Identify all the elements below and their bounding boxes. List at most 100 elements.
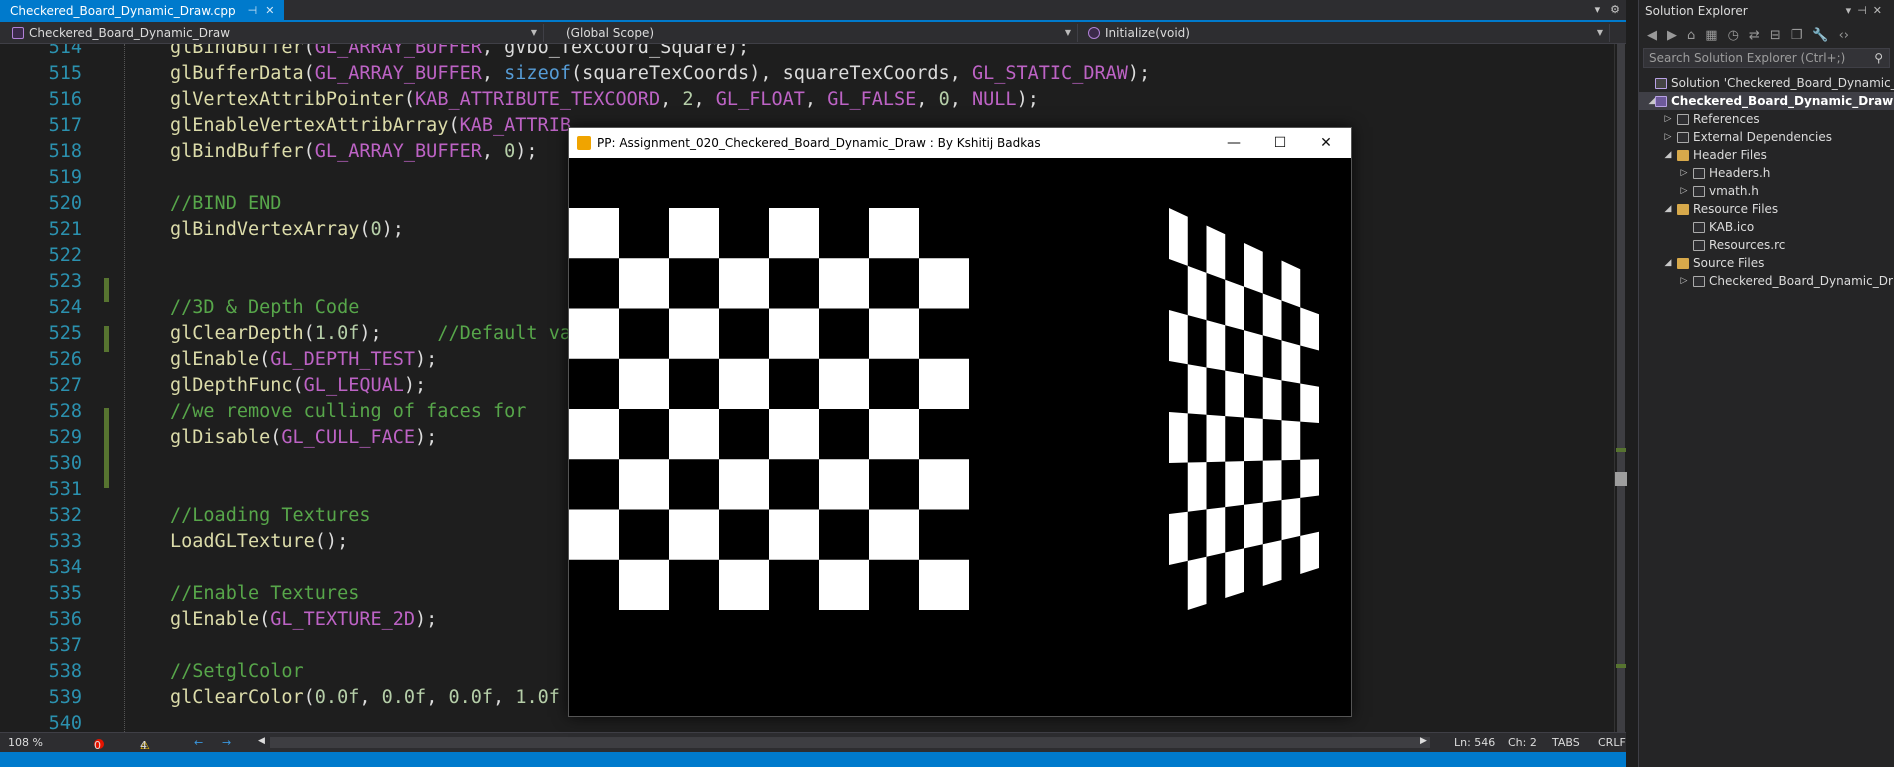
line-number: 539 — [48, 687, 82, 708]
expanded-arrow-icon[interactable]: ◢ — [1663, 200, 1673, 218]
code-line[interactable]: //BIND END — [170, 191, 281, 217]
code-line[interactable]: glEnable(GL_DEPTH_TEST); — [170, 347, 437, 373]
editor-tab[interactable]: Checkered_Board_Dynamic_Draw.cpp ⊣ ✕ — [0, 0, 285, 22]
back-icon[interactable]: ◀ — [1647, 28, 1657, 43]
tree-item[interactable]: ▷ External Dependencies — [1639, 128, 1894, 146]
tilted-checker-square — [1206, 507, 1226, 557]
scope-dropdown-label: (Global Scope) — [566, 26, 655, 40]
scroll-position-marker — [1615, 472, 1627, 486]
tree-item[interactable]: ▷ References — [1639, 110, 1894, 128]
tree-item[interactable]: ▷ Headers.h — [1639, 164, 1894, 182]
tree-item[interactable]: ▷ Checkered_Board_Dynamic_Dr — [1639, 272, 1894, 290]
pending-changes-icon[interactable]: ◷ — [1728, 28, 1739, 43]
code-line[interactable]: //Loading Textures — [170, 503, 370, 529]
nav-back-icon[interactable]: ← — [194, 736, 203, 749]
column-indicator: Ch: 2 — [1508, 736, 1537, 749]
forward-icon[interactable]: ▶ — [1667, 28, 1677, 43]
opengl-window-titlebar[interactable]: PP: Assignment_020_Checkered_Board_Dynam… — [569, 128, 1351, 158]
show-all-files-icon[interactable]: ❐ — [1791, 28, 1803, 43]
line-number: 526 — [48, 349, 82, 370]
tilted-checker-square — [1169, 208, 1188, 266]
code-line[interactable]: //3D & Depth Code — [170, 295, 359, 321]
dropdown-icon[interactable]: ▾ — [1846, 4, 1858, 17]
nav-forward-icon[interactable]: → — [222, 736, 231, 749]
scroll-left-icon[interactable]: ◀ — [258, 736, 265, 746]
eol-indicator[interactable]: CRLF — [1598, 736, 1626, 749]
code-line[interactable]: glDepthFunc(GL_LEQUAL); — [170, 373, 426, 399]
code-line[interactable]: glBindVertexArray(0); — [170, 217, 404, 243]
code-line[interactable]: glBindBuffer(GL_ARRAY_BUFFER, gVbo_Texco… — [170, 44, 749, 61]
code-line[interactable]: glEnableVertexAttribArray(KAB_ATTRIB — [170, 113, 571, 139]
tilted-checker-square — [1187, 556, 1207, 610]
settings-icon[interactable]: ⚙ — [1610, 3, 1620, 16]
code-view-icon[interactable]: ‹› — [1839, 28, 1849, 43]
code-line[interactable]: LoadGLTexture(); — [170, 529, 348, 555]
project-icon — [1655, 96, 1667, 107]
scroll-right-icon[interactable]: ▶ — [1420, 736, 1427, 746]
solution-explorer-search[interactable]: Search Solution Explorer (Ctrl+;) ⚲ — [1643, 48, 1890, 68]
collapsed-arrow-icon[interactable]: ▷ — [1679, 164, 1689, 182]
tab-dropdown-icon[interactable]: ▾ — [1595, 3, 1601, 16]
line-number: 521 — [48, 219, 82, 240]
properties-icon[interactable]: 🔧 — [1812, 28, 1828, 43]
vertical-scrollbar[interactable] — [1614, 44, 1627, 732]
member-dropdown[interactable]: Initialize(void) ▼ — [1082, 24, 1610, 42]
code-line[interactable]: glBufferData(GL_ARRAY_BUFFER, sizeof(squ… — [170, 61, 1150, 87]
tree-item-label: Solution 'Checkered_Board_Dynamic_Dra — [1671, 76, 1894, 90]
sync-icon[interactable]: ⇄ — [1749, 28, 1760, 43]
code-line[interactable]: //we remove culling of faces for — [170, 399, 526, 425]
zoom-level[interactable]: 108 % — [8, 736, 43, 749]
home-icon[interactable]: ⌂ — [1687, 28, 1695, 43]
search-icon[interactable]: ⚲ — [1874, 49, 1883, 67]
close-icon[interactable]: ✕ — [1873, 4, 1888, 17]
scrollbar-thumb[interactable] — [1617, 44, 1625, 732]
line-number: 514 — [48, 44, 82, 58]
line-number: 524 — [48, 297, 82, 318]
tree-item[interactable]: ◢ Checkered_Board_Dynamic_Draw — [1639, 92, 1894, 110]
project-dropdown[interactable]: Checkered_Board_Dynamic_Draw ▼ — [6, 24, 544, 42]
collapsed-arrow-icon[interactable]: ▷ — [1679, 182, 1689, 200]
collapsed-arrow-icon[interactable]: ▷ — [1663, 110, 1673, 128]
pin-icon[interactable]: ⊣ — [1857, 4, 1873, 17]
tabs-indicator[interactable]: TABS — [1552, 736, 1580, 749]
checker-square — [819, 459, 869, 510]
tree-item[interactable]: ◢ Resource Files — [1639, 200, 1894, 218]
opengl-window[interactable]: PP: Assignment_020_Checkered_Board_Dynam… — [568, 127, 1352, 717]
tilted-checker-square — [1187, 364, 1207, 415]
collapsed-arrow-icon[interactable]: ▷ — [1663, 128, 1673, 146]
code-line[interactable]: //SetglColor — [170, 659, 304, 685]
tree-item-label: Headers.h — [1709, 166, 1771, 180]
close-icon[interactable]: ✕ — [265, 0, 274, 22]
code-line[interactable]: //Enable Textures — [170, 581, 359, 607]
expanded-arrow-icon[interactable]: ◢ — [1663, 146, 1673, 164]
close-button[interactable]: ✕ — [1303, 128, 1349, 158]
tree-item-label: Checkered_Board_Dynamic_Dr — [1709, 274, 1893, 288]
tree-item[interactable]: ▷ vmath.h — [1639, 182, 1894, 200]
expanded-arrow-icon[interactable]: ◢ — [1663, 254, 1673, 272]
code-line[interactable]: glEnable(GL_TEXTURE_2D); — [170, 607, 437, 633]
editor-tab-filename: Checkered_Board_Dynamic_Draw.cpp — [10, 4, 236, 18]
maximize-button[interactable]: ☐ — [1257, 128, 1303, 158]
code-line[interactable]: glVertexAttribPointer(KAB_ATTRIBUTE_TEXC… — [170, 87, 1039, 113]
solution-explorer: Solution Explorer ▾⊣✕ ◀ ▶ ⌂ ▦ ◷ ⇄ ⊟ ❐ 🔧 … — [1638, 0, 1894, 767]
tree-item[interactable]: Resources.rc — [1639, 236, 1894, 254]
tree-item[interactable]: Solution 'Checkered_Board_Dynamic_Dra — [1639, 74, 1894, 92]
tree-item[interactable]: ◢ Header Files — [1639, 146, 1894, 164]
collapse-all-icon[interactable]: ⊟ — [1770, 28, 1781, 43]
code-line[interactable]: glClearDepth(1.0f); //Default va — [170, 321, 571, 347]
code-line[interactable]: glBindBuffer(GL_ARRAY_BUFFER, 0); — [170, 139, 538, 165]
member-dropdown-label: Initialize(void) — [1105, 26, 1190, 40]
collapsed-arrow-icon[interactable]: ▷ — [1679, 272, 1689, 290]
code-line[interactable]: glDisable(GL_CULL_FACE); — [170, 425, 437, 451]
line-number: 520 — [48, 193, 82, 214]
minimize-button[interactable]: — — [1211, 128, 1257, 158]
line-number: 537 — [48, 635, 82, 656]
horizontal-scrollbar[interactable] — [270, 737, 1430, 748]
pin-icon[interactable]: ⊣ — [248, 0, 258, 22]
tree-item[interactable]: KAB.ico — [1639, 218, 1894, 236]
checker-square — [569, 509, 619, 560]
tree-item[interactable]: ◢ Source Files — [1639, 254, 1894, 272]
switch-views-icon[interactable]: ▦ — [1705, 28, 1717, 43]
code-line[interactable]: glClearColor(0.0f, 0.0f, 0.0f, 1.0f — [170, 685, 560, 711]
scope-dropdown[interactable]: (Global Scope) ▼ — [560, 24, 1078, 42]
